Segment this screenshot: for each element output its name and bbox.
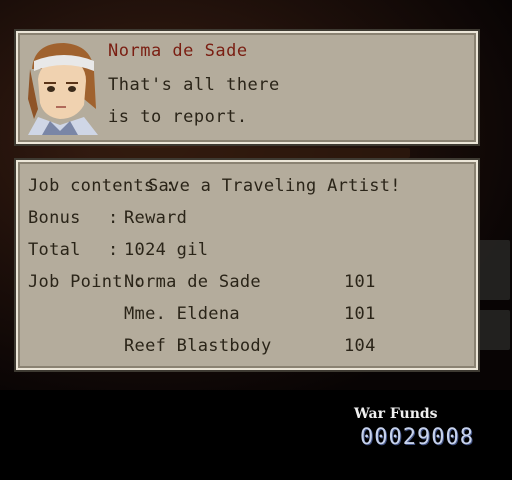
dialog-box: Norma de Sade That's all there is to rep…: [16, 31, 478, 144]
job-point-name: Norma de Sade: [124, 272, 261, 292]
speaker-name: Norma de Sade: [108, 41, 248, 61]
job-contents-value: Save a Traveling Artist!: [148, 176, 401, 196]
war-funds-label: War Funds: [354, 406, 438, 422]
total-value: 1024 gil: [124, 240, 209, 260]
colon-separator: :: [108, 240, 119, 260]
colon-separator: :: [108, 208, 119, 228]
job-point-value: 104: [344, 336, 376, 356]
job-report-box: Job contents : Save a Traveling Artist! …: [16, 160, 478, 370]
bonus-value: Reward: [124, 208, 188, 228]
job-point-value: 101: [344, 272, 376, 292]
bonus-label: Bonus: [28, 208, 81, 228]
war-funds-value: 00029008: [360, 425, 474, 450]
dialog-line: That's all there: [108, 75, 280, 95]
total-label: Total: [28, 240, 81, 260]
character-portrait: [24, 39, 100, 135]
dialog-line: is to report.: [108, 107, 248, 127]
job-point-name: Reef Blastbody: [124, 336, 272, 356]
job-point-value: 101: [344, 304, 376, 324]
game-screen: Norma de Sade That's all there is to rep…: [0, 0, 512, 480]
job-point-name: Mme. Eldena: [124, 304, 240, 324]
